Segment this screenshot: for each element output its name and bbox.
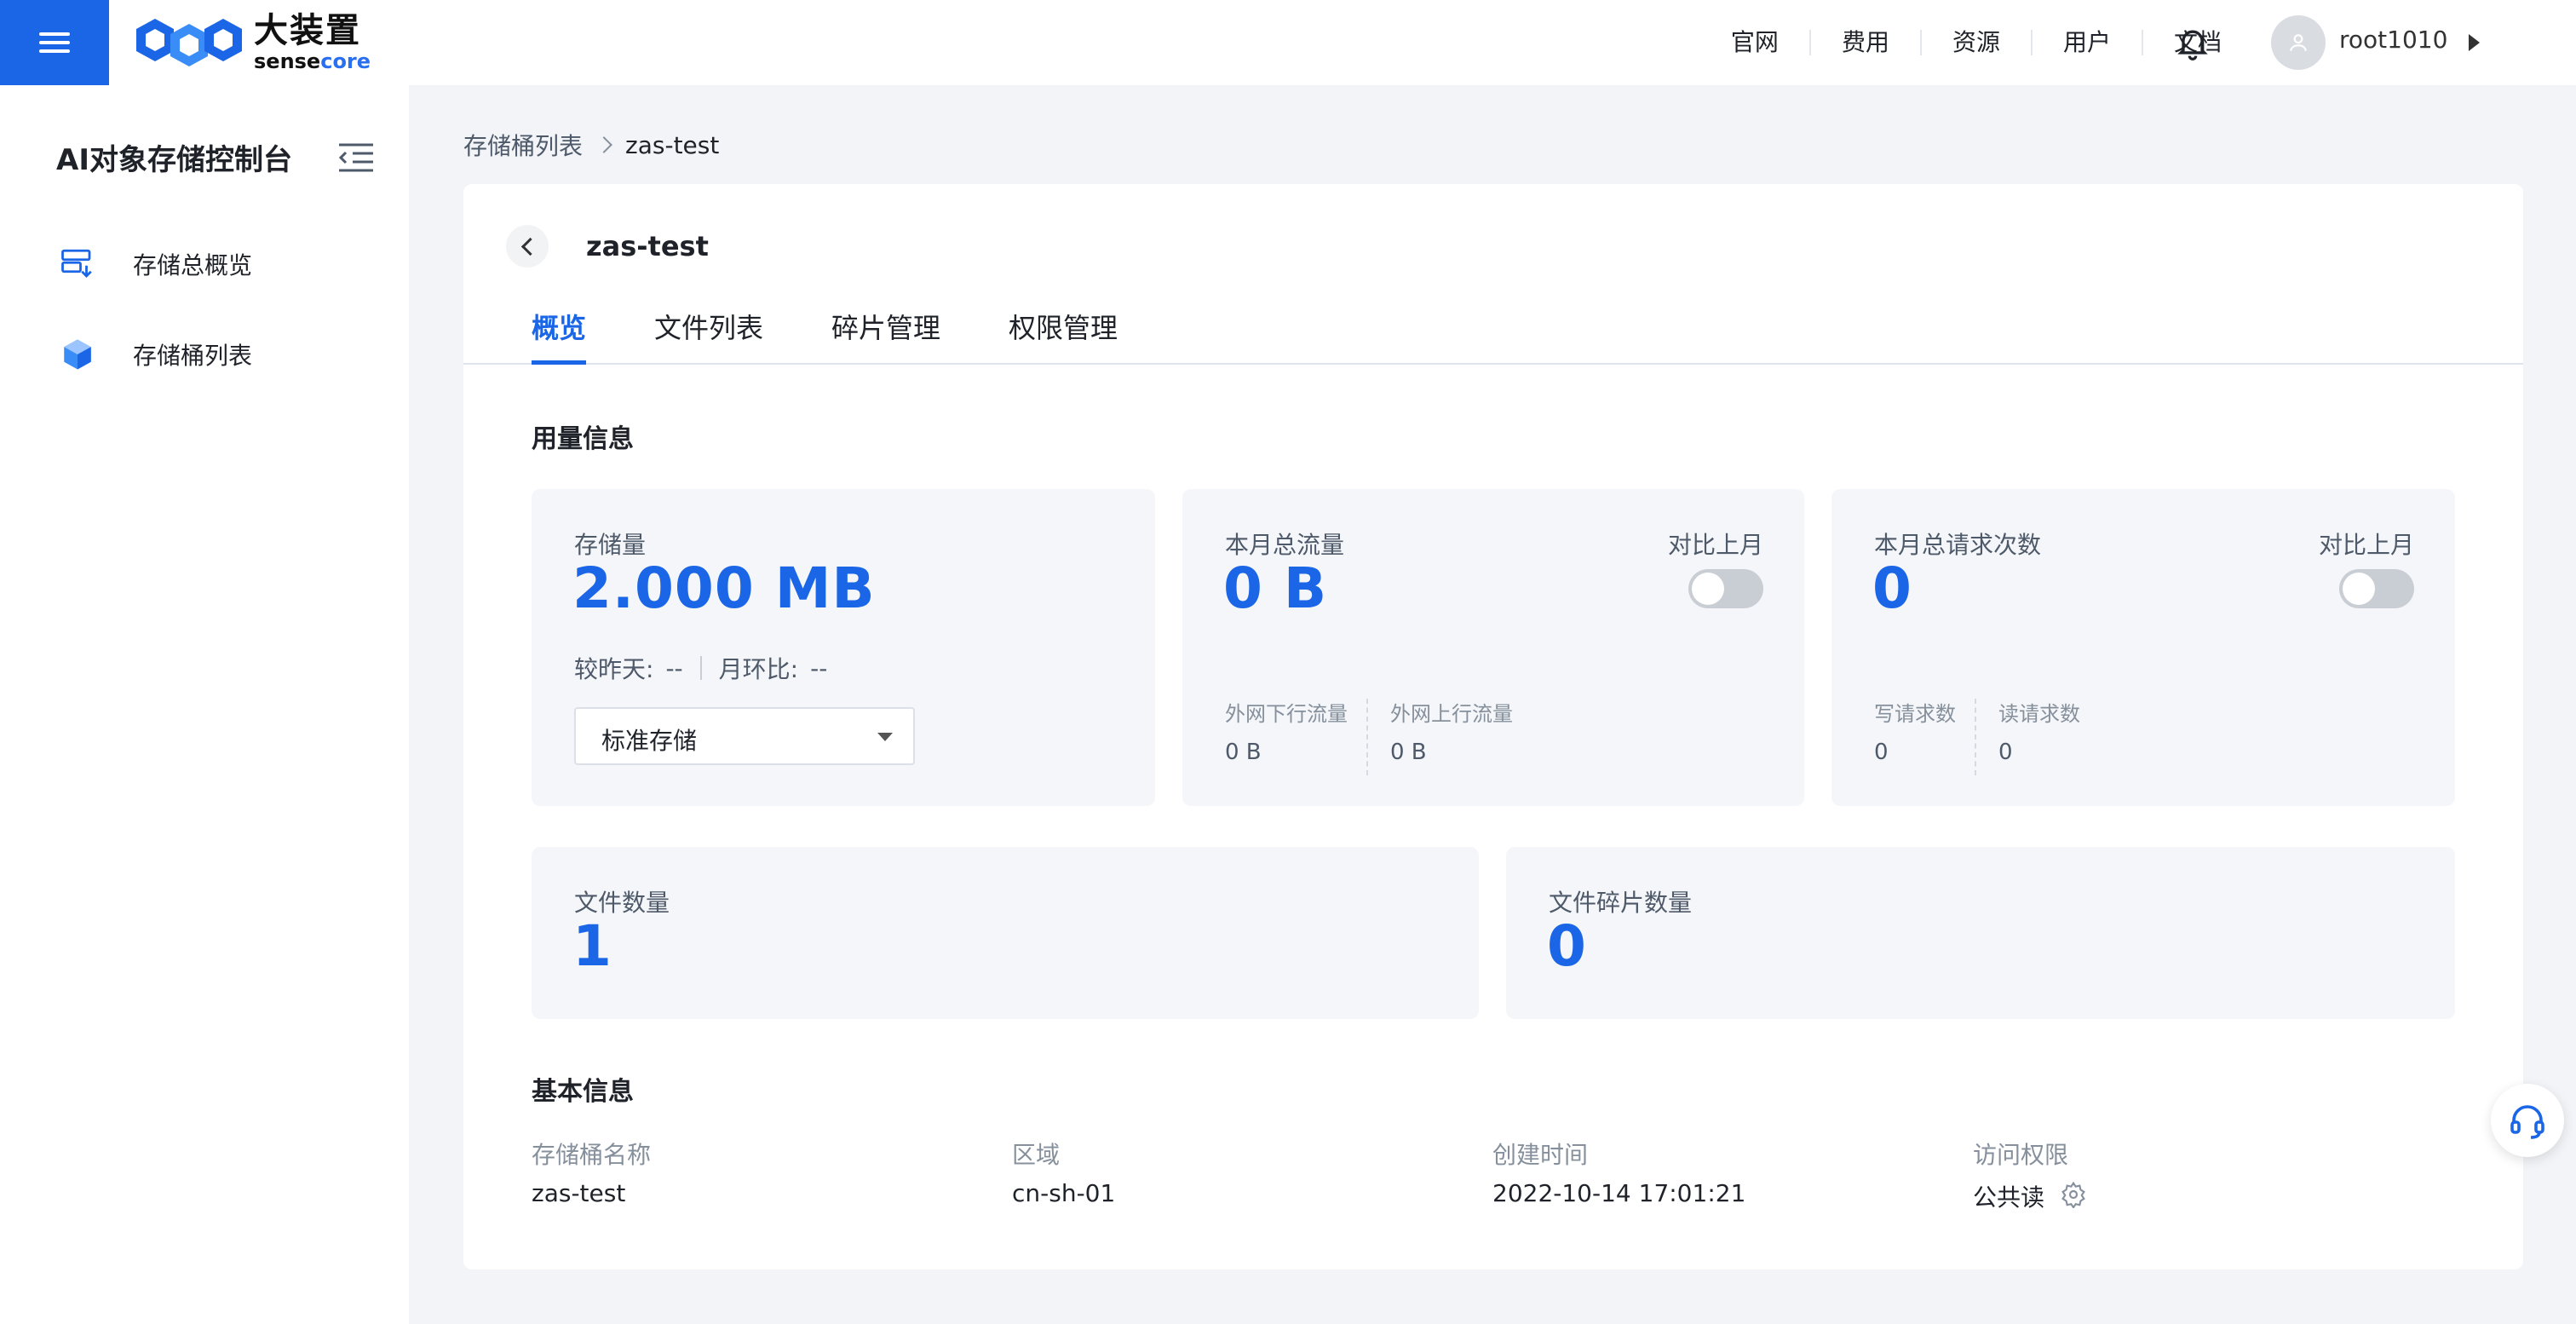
nav-resources[interactable]: 资源 [1922, 30, 2033, 55]
requests-metric-card: 本月总请求次数 0 对比上月 写请求数 0 读请求数 0 [1831, 489, 2455, 806]
traffic-metric-card: 本月总流量 0 B 对比上月 外网下行流量 0 B 外网上行流量 0 B [1182, 489, 1804, 806]
inbound-traffic-label: 外网上行流量 [1390, 702, 1513, 726]
logo-en-text: sensecore [254, 49, 371, 73]
sidebar-item-label: 存储桶列表 [133, 342, 253, 370]
top-nav: 官网 费用 资源 用户 文档 [1700, 0, 2252, 85]
region-label: 区域 [1012, 1141, 1061, 1169]
customer-support-button[interactable] [2491, 1084, 2564, 1157]
breadcrumb-parent-link[interactable]: 存储桶列表 [463, 128, 583, 162]
user-icon [2290, 34, 2307, 51]
menu-button[interactable] [0, 0, 109, 85]
storage-compare-row: 较昨天: -- 月环比: -- [574, 651, 827, 685]
headset-icon [2510, 1105, 2544, 1139]
day-compare-value: -- [665, 653, 683, 682]
traffic-compare-toggle[interactable] [1688, 569, 1763, 608]
fragment-count-card: 文件碎片数量 0 [1506, 847, 2455, 1019]
storage-metric-card: 存储量 2.000 MB 较昨天: -- 月环比: -- 标准存储 [532, 489, 1155, 806]
traffic-compare-label: 对比上月 [1667, 531, 1763, 559]
month-compare-value: -- [810, 653, 828, 682]
sidebar-title: AI对象存储控制台 [56, 143, 292, 177]
breadcrumb-current: zas-test [625, 130, 720, 159]
bucket-detail-card: zas-test 概览 文件列表 碎片管理 权限管理 用量信息 存储量 2.00… [463, 184, 2523, 1269]
nav-users[interactable]: 用户 [2033, 30, 2143, 55]
logo[interactable]: 大装置 sensecore [136, 12, 371, 73]
bell-icon[interactable] [2174, 24, 2211, 61]
tab-overview[interactable]: 概览 [532, 307, 587, 365]
caret-down-icon [877, 733, 893, 741]
bucket-cube-icon [64, 339, 91, 370]
top-bar: 大装置 sensecore 官网 费用 资源 用户 文档 root1010 [0, 0, 2576, 85]
write-requests-value: 0 [1874, 740, 1889, 765]
collapse-sidebar-icon[interactable] [337, 141, 375, 172]
divider [1366, 699, 1368, 775]
logo-cn-text: 大装置 [254, 11, 361, 50]
write-requests-label: 写请求数 [1874, 702, 1956, 726]
requests-value: 0 [1872, 556, 1912, 621]
avatar[interactable] [2271, 15, 2326, 70]
caret-right-icon[interactable] [2469, 34, 2480, 51]
breadcrumb: 存储桶列表 zas-test [463, 128, 719, 162]
region-value: cn-sh-01 [1012, 1179, 1116, 1207]
file-count-value: 1 [572, 913, 612, 979]
sidebar-item-bucket-list[interactable]: 存储桶列表 [0, 320, 409, 389]
nav-official-site[interactable]: 官网 [1700, 30, 1811, 55]
fragment-count-value: 0 [1547, 913, 1587, 979]
day-compare-label: 较昨天: [574, 655, 654, 683]
logo-icon [136, 19, 242, 66]
requests-compare-toggle[interactable] [2339, 569, 2414, 608]
tab-file-list[interactable]: 文件列表 [654, 307, 763, 363]
inbound-traffic-value: 0 B [1390, 740, 1427, 765]
username[interactable]: root1010 [2339, 26, 2447, 54]
file-count-card: 文件数量 1 [532, 847, 1479, 1019]
tab-fragment-management[interactable]: 碎片管理 [831, 307, 940, 363]
page-title: zas-test [586, 230, 709, 262]
month-compare-label: 月环比: [718, 655, 799, 683]
sidebar-item-label: 存储总概览 [133, 251, 253, 279]
hamburger-icon [39, 27, 70, 58]
created-time-label: 创建时间 [1492, 1141, 1589, 1169]
outbound-traffic-value: 0 B [1225, 740, 1262, 765]
storage-overview-icon [61, 249, 92, 278]
chevron-right-icon [595, 136, 612, 153]
traffic-value: 0 B [1223, 556, 1328, 621]
read-requests-label: 读请求数 [1998, 702, 2080, 726]
storage-class-value: 标准存储 [601, 727, 698, 755]
nav-billing[interactable]: 费用 [1811, 30, 1922, 55]
outbound-traffic-label: 外网下行流量 [1225, 702, 1348, 726]
access-permission-value: 公共读 [1973, 1183, 2045, 1212]
storage-class-select[interactable]: 标准存储 [574, 707, 915, 765]
read-requests-value: 0 [1998, 740, 2013, 765]
access-permission-label: 访问权限 [1973, 1141, 2069, 1169]
created-time-value: 2022-10-14 17:01:21 [1492, 1179, 1746, 1207]
back-button[interactable] [506, 225, 549, 268]
gear-icon[interactable] [2060, 1181, 2087, 1208]
tab-permission-management[interactable]: 权限管理 [1009, 307, 1118, 363]
basic-info-section-title: 基本信息 [532, 1077, 634, 1107]
chevron-left-icon [520, 237, 539, 256]
sidebar-item-storage-overview[interactable]: 存储总概览 [0, 230, 409, 298]
bucket-name-value: zas-test [532, 1179, 626, 1207]
usage-section-title: 用量信息 [532, 424, 634, 454]
storage-value: 2.000 MB [572, 556, 876, 621]
requests-compare-label: 对比上月 [2318, 531, 2414, 559]
divider [1975, 699, 1976, 775]
bucket-name-label: 存储桶名称 [532, 1141, 652, 1169]
tab-bar: 概览 文件列表 碎片管理 权限管理 [463, 295, 2523, 365]
